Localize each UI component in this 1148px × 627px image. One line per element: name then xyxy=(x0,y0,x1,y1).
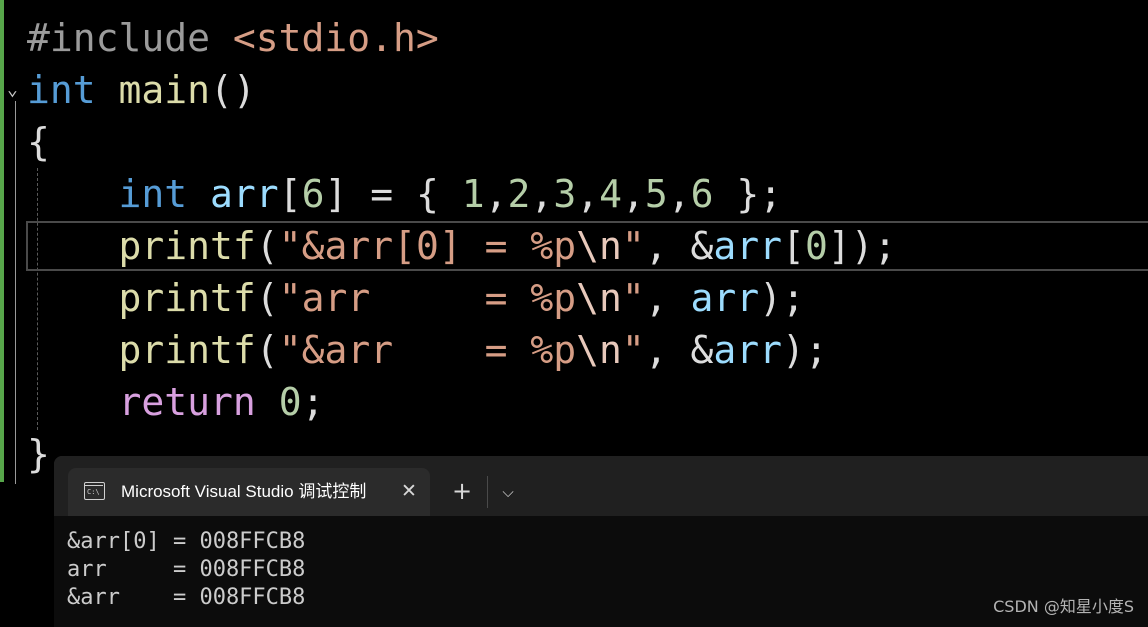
code-token: 1 xyxy=(461,172,485,216)
tab-title: Microsoft Visual Studio 调试控制台 xyxy=(121,482,367,501)
code-token: arr xyxy=(713,224,783,268)
code-line[interactable]: #include <stdio.h> xyxy=(27,12,439,64)
code-token: , xyxy=(621,172,645,216)
code-token: , & xyxy=(644,224,714,268)
code-line[interactable]: return 0; xyxy=(27,376,325,428)
code-token: ; xyxy=(301,380,325,424)
watermark: CSDN @知星小度S xyxy=(993,597,1134,616)
code-token: "&arr = %p xyxy=(278,328,577,372)
code-token: 3 xyxy=(553,172,577,216)
code-token: () xyxy=(210,68,256,112)
code-token: , xyxy=(484,172,508,216)
code-token: arr xyxy=(210,172,279,216)
output-line: &arr[0] = 008FFCB8 xyxy=(67,529,306,554)
code-token: 0 xyxy=(278,380,302,424)
code-token: 0 xyxy=(804,224,828,268)
chevron-down-icon[interactable]: ⌵ xyxy=(495,477,521,507)
code-token: printf xyxy=(118,224,256,268)
code-token: { xyxy=(27,120,50,164)
code-token: ] = { xyxy=(324,172,462,216)
tab-separator xyxy=(487,476,488,508)
tab-debug-console[interactable]: C:\ Microsoft Visual Studio 调试控制台 ✕ xyxy=(68,468,430,516)
code-token: , xyxy=(576,172,600,216)
code-token: arr xyxy=(713,328,783,372)
code-token: int xyxy=(27,68,96,112)
debug-console-window[interactable]: C:\ Microsoft Visual Studio 调试控制台 ✕ + ⌵ … xyxy=(54,456,1148,627)
code-token: , xyxy=(644,276,691,320)
code-token: , xyxy=(530,172,554,216)
code-token: 6 xyxy=(690,172,714,216)
code-token: }; xyxy=(713,172,783,216)
code-token: ( xyxy=(255,224,279,268)
code-token: 6 xyxy=(301,172,325,216)
close-icon[interactable]: ✕ xyxy=(396,478,422,504)
code-token: 4 xyxy=(599,172,622,216)
code-token: printf xyxy=(118,328,256,372)
code-token: , xyxy=(667,172,691,216)
code-token: <stdio.h> xyxy=(232,16,439,60)
code-line[interactable]: printf("&arr = %p\n", &arr); xyxy=(27,324,828,376)
code-token: " xyxy=(621,276,645,320)
code-token: ]); xyxy=(827,224,897,268)
output-line: &arr = 008FFCB8 xyxy=(67,585,306,610)
code-token: main xyxy=(118,68,211,112)
code-token: 2 xyxy=(507,172,531,216)
code-line[interactable]: printf("arr = %p\n", arr); xyxy=(27,272,805,324)
code-line[interactable]: printf("&arr[0] = %p\n", &arr[0]); xyxy=(27,220,897,272)
console-app-icon: C:\ xyxy=(84,482,105,500)
code-token: "arr = %p xyxy=(278,276,577,320)
code-token: } xyxy=(27,432,50,476)
code-token: , & xyxy=(644,328,714,372)
code-token: [ xyxy=(278,172,302,216)
code-line[interactable]: int arr[6] = { 1,2,3,4,5,6 }; xyxy=(27,168,783,220)
code-token: ); xyxy=(759,276,805,320)
code-token: return xyxy=(118,380,256,424)
code-token: \n xyxy=(576,328,622,372)
code-line[interactable]: { xyxy=(27,116,50,168)
code-line[interactable]: } xyxy=(27,428,50,480)
fold-region-line xyxy=(15,101,16,484)
code-token: \n xyxy=(576,224,622,268)
change-tracking-bar xyxy=(0,0,4,482)
code-token: ( xyxy=(255,328,279,372)
code-token: [ xyxy=(782,224,805,268)
console-output[interactable]: &arr[0] = 008FFCB8 arr = 008FFCB8 &arr =… xyxy=(54,516,1148,627)
output-line: arr = 008FFCB8 xyxy=(67,557,306,582)
code-token: 5 xyxy=(644,172,668,216)
tab-strip: C:\ Microsoft Visual Studio 调试控制台 ✕ + ⌵ xyxy=(54,456,1148,516)
code-token: arr xyxy=(690,276,760,320)
code-token: ); xyxy=(782,328,828,372)
code-token: printf xyxy=(118,276,256,320)
code-line[interactable]: int main() xyxy=(27,64,256,116)
chevron-down-icon[interactable]: ⌄ xyxy=(7,81,18,99)
new-tab-button[interactable]: + xyxy=(447,477,477,507)
code-token: \n xyxy=(576,276,622,320)
code-token: "&arr[0] = %p xyxy=(278,224,577,268)
code-token: int xyxy=(118,172,188,216)
code-token: " xyxy=(621,224,645,268)
code-token: ( xyxy=(255,276,279,320)
code-token: " xyxy=(621,328,645,372)
code-token: #include xyxy=(27,16,233,60)
